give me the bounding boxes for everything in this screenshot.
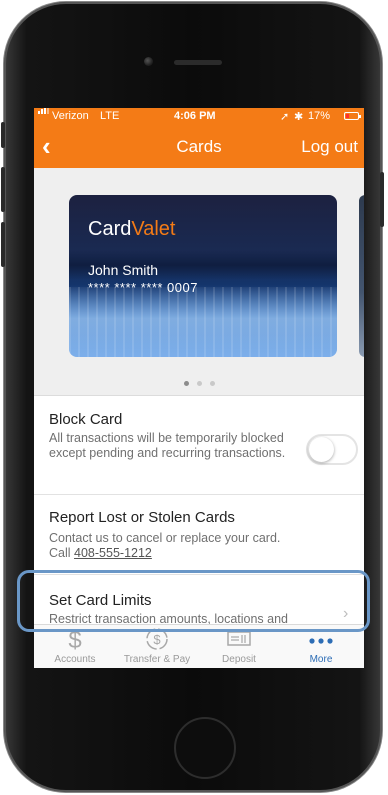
report-lost-title: Report Lost or Stolen Cards — [49, 509, 235, 526]
page-dot — [196, 381, 202, 386]
front-camera — [144, 57, 153, 66]
power-button — [380, 172, 384, 227]
report-lost-row: Report Lost or Stolen Cards Contact us t… — [34, 495, 364, 575]
toggle-knob — [309, 437, 334, 462]
location-arrow-icon: ➚ — [280, 111, 290, 123]
battery-percent: 17% — [308, 110, 331, 122]
mute-switch — [1, 122, 5, 148]
block-card-description: All transactions will be temporarily blo… — [49, 431, 286, 460]
earpiece-speaker — [174, 60, 222, 65]
status-time: 4:06 PM — [174, 110, 216, 122]
call-line: Call 408-555-1212 — [49, 546, 152, 560]
volume-up-button — [1, 167, 5, 212]
bluetooth-icon: ✱ — [294, 111, 304, 123]
block-card-toggle[interactable] — [306, 434, 358, 465]
card-horizon-graphic — [69, 287, 337, 357]
card-carousel[interactable]: CardValet John Smith **** **** **** 0007 — [34, 168, 364, 396]
phone-number-link[interactable]: 408-555-1212 — [74, 546, 152, 560]
credit-card-image[interactable]: CardValet John Smith **** **** **** 0007 — [69, 195, 337, 357]
tab-label: More — [309, 654, 333, 665]
carrier-name: Verizon — [52, 110, 89, 122]
volume-down-button — [1, 222, 5, 267]
navigation-bar: ‹ Cards Log out — [34, 126, 364, 168]
card-number: **** **** **** 0007 — [88, 280, 198, 295]
network-type: LTE — [100, 110, 120, 122]
card-brand-logo: CardValet — [88, 218, 176, 240]
svg-text:$: $ — [153, 632, 161, 647]
carousel-page-indicator — [34, 373, 364, 391]
tab-label: Accounts — [54, 654, 96, 665]
status-bar: Verizon LTE 4:06 PM ➚ ✱ 17% — [34, 108, 364, 126]
block-card-title: Block Card — [49, 411, 123, 428]
report-lost-description: Contact us to cancel or replace your car… — [49, 531, 281, 545]
battery-icon — [344, 112, 361, 120]
set-card-limits-highlight — [17, 570, 370, 632]
home-button[interactable] — [174, 717, 236, 779]
tab-label: Deposit — [222, 654, 256, 665]
tab-label: Transfer & Pay — [123, 654, 191, 665]
next-card-preview[interactable] — [359, 195, 364, 357]
page-dot — [209, 381, 215, 386]
block-card-row: Block Card All transactions will be temp… — [34, 396, 364, 495]
logout-button[interactable]: Log out — [301, 137, 358, 157]
card-holder-name: John Smith — [88, 262, 159, 278]
page-dot-active — [183, 381, 189, 386]
